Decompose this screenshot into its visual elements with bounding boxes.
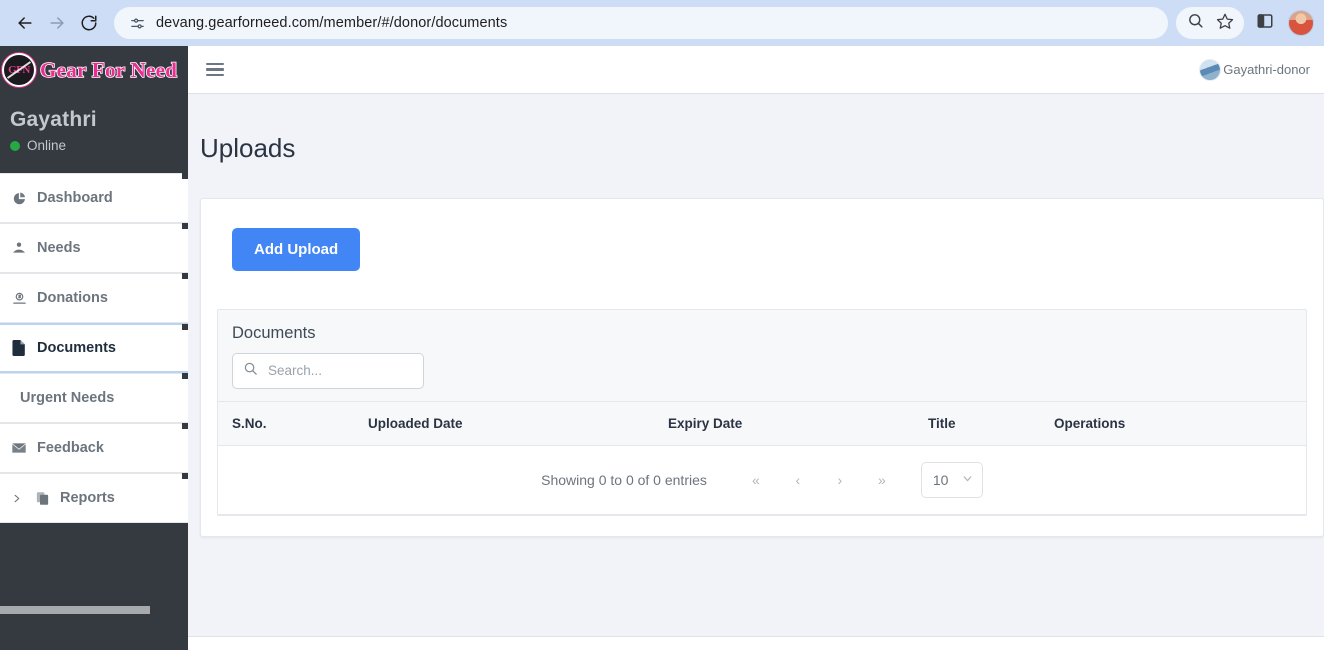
search-icon [243,361,258,381]
pagination-prev-button[interactable]: ‹ [777,467,819,493]
user-avatar-icon [1199,58,1222,81]
chevron-right-icon [10,492,22,504]
sidebar-status-label: Online [27,138,67,153]
sidebar-menu: Dashboard Needs Donations Documents Urge… [0,173,188,523]
address-bar[interactable]: devang.gearforneed.com/member/#/donor/do… [114,7,1168,39]
pagination-last-button[interactable]: » [861,467,903,493]
pagination-info: Showing 0 to 0 of 0 entries [541,471,707,488]
reload-button[interactable] [74,8,104,38]
sidebar-item-reports[interactable]: Reports [0,473,188,523]
sidebar-item-donations[interactable]: Donations [0,273,188,323]
footer-area [188,637,1324,650]
page-title: Uploads [200,133,296,164]
uploads-card: Add Upload Documents S.No. [200,197,1324,537]
sidebar-item-documents[interactable]: Documents [0,323,188,373]
sidebar-item-label: Feedback [37,440,104,456]
sidebar-user-block: Gayathri Online [0,94,188,169]
documents-table: S.No. Uploaded Date Expiry Date Title Op… [218,400,1306,446]
zoom-search-button[interactable] [1180,8,1210,38]
search-box[interactable] [232,352,424,389]
profile-avatar-icon[interactable] [1288,10,1314,36]
main-area: Gayathri-donor Uploads Add Upload Docume… [188,46,1324,650]
side-panel-icon [1256,12,1274,35]
sidebar-item-urgent-needs[interactable]: Urgent Needs [0,373,188,423]
documents-table-head: S.No. Uploaded Date Expiry Date Title Op… [218,400,1306,446]
copy-files-icon [33,489,51,507]
page-size-select[interactable]: 10 [920,461,983,498]
star-icon [1216,12,1234,35]
sidebar-item-label: Needs [37,240,81,256]
topbar-user-label: Gayathri-donor [1223,62,1310,77]
column-header-operations[interactable]: Operations [1054,400,1306,446]
chevron-down-icon [961,472,974,488]
sidebar-user-status: Online [10,138,188,153]
column-header-uploaded-date[interactable]: Uploaded Date [368,400,668,446]
sidebar-user-name: Gayathri [10,108,97,131]
donation-money-icon [10,289,28,307]
search-input[interactable] [266,362,413,380]
topbar-user-menu[interactable]: Gayathri-donor [1199,58,1310,81]
back-arrow-icon [15,13,35,33]
sidebar-horizontal-scrollbar[interactable] [0,606,188,614]
online-status-dot-icon [10,140,20,151]
hamburger-menu-icon[interactable] [206,62,226,77]
browser-toolbar: devang.gearforneed.com/member/#/donor/do… [0,0,1324,46]
sidebar-item-label: Donations [37,290,108,306]
pagination-bar: Showing 0 to 0 of 0 entries « ‹ › » 10 [218,445,1306,515]
column-header-title[interactable]: Title [928,400,1054,446]
sidebar: GFN Gear For Need Gayathri Online Dashbo… [0,46,188,650]
page-size-value: 10 [932,471,949,488]
app-shell: GFN Gear For Need Gayathri Online Dashbo… [0,46,1324,650]
documents-panel-header: Documents [218,310,1306,401]
documents-panel-title: Documents [232,323,316,342]
sidebar-item-label: Urgent Needs [20,390,115,406]
search-icon [1187,12,1204,34]
sidebar-item-feedback[interactable]: Feedback [0,423,188,473]
envelope-icon [10,439,28,457]
documents-panel: Documents S.No. Uploaded Date Expiry Da [217,308,1307,516]
pagination-first-button[interactable]: « [735,467,777,493]
reload-icon [80,14,98,32]
back-button[interactable] [10,8,40,38]
bookmark-button[interactable] [1210,8,1240,38]
sidebar-item-dashboard[interactable]: Dashboard [0,173,188,223]
brand-mark-icon: GFN [2,53,36,87]
sidebar-item-needs[interactable]: Needs [0,223,188,273]
column-header-sno[interactable]: S.No. [218,400,368,446]
brand-logo[interactable]: GFN Gear For Need [0,46,188,94]
url-text: devang.gearforneed.com/member/#/donor/do… [156,15,508,31]
sidebar-item-label: Reports [60,490,115,506]
brand-mark-text: GFN [8,64,30,76]
hand-holding-heart-icon [10,239,28,257]
pie-chart-icon [10,189,28,207]
pagination-next-button[interactable]: › [819,467,861,493]
site-settings-icon[interactable] [126,12,148,34]
omnibox-actions [1176,7,1244,39]
topbar: Gayathri-donor [188,46,1324,94]
add-upload-button[interactable]: Add Upload [232,227,361,271]
column-header-expiry-date[interactable]: Expiry Date [668,400,928,446]
forward-button[interactable] [42,8,72,38]
sidebar-item-label: Dashboard [37,190,113,206]
sidebar-item-label: Documents [37,340,116,356]
table-header-row: S.No. Uploaded Date Expiry Date Title Op… [218,400,1306,446]
side-panel-button[interactable] [1250,8,1280,38]
file-icon [10,339,28,357]
brand-name: Gear For Need [39,57,178,83]
forward-arrow-icon [47,13,67,33]
